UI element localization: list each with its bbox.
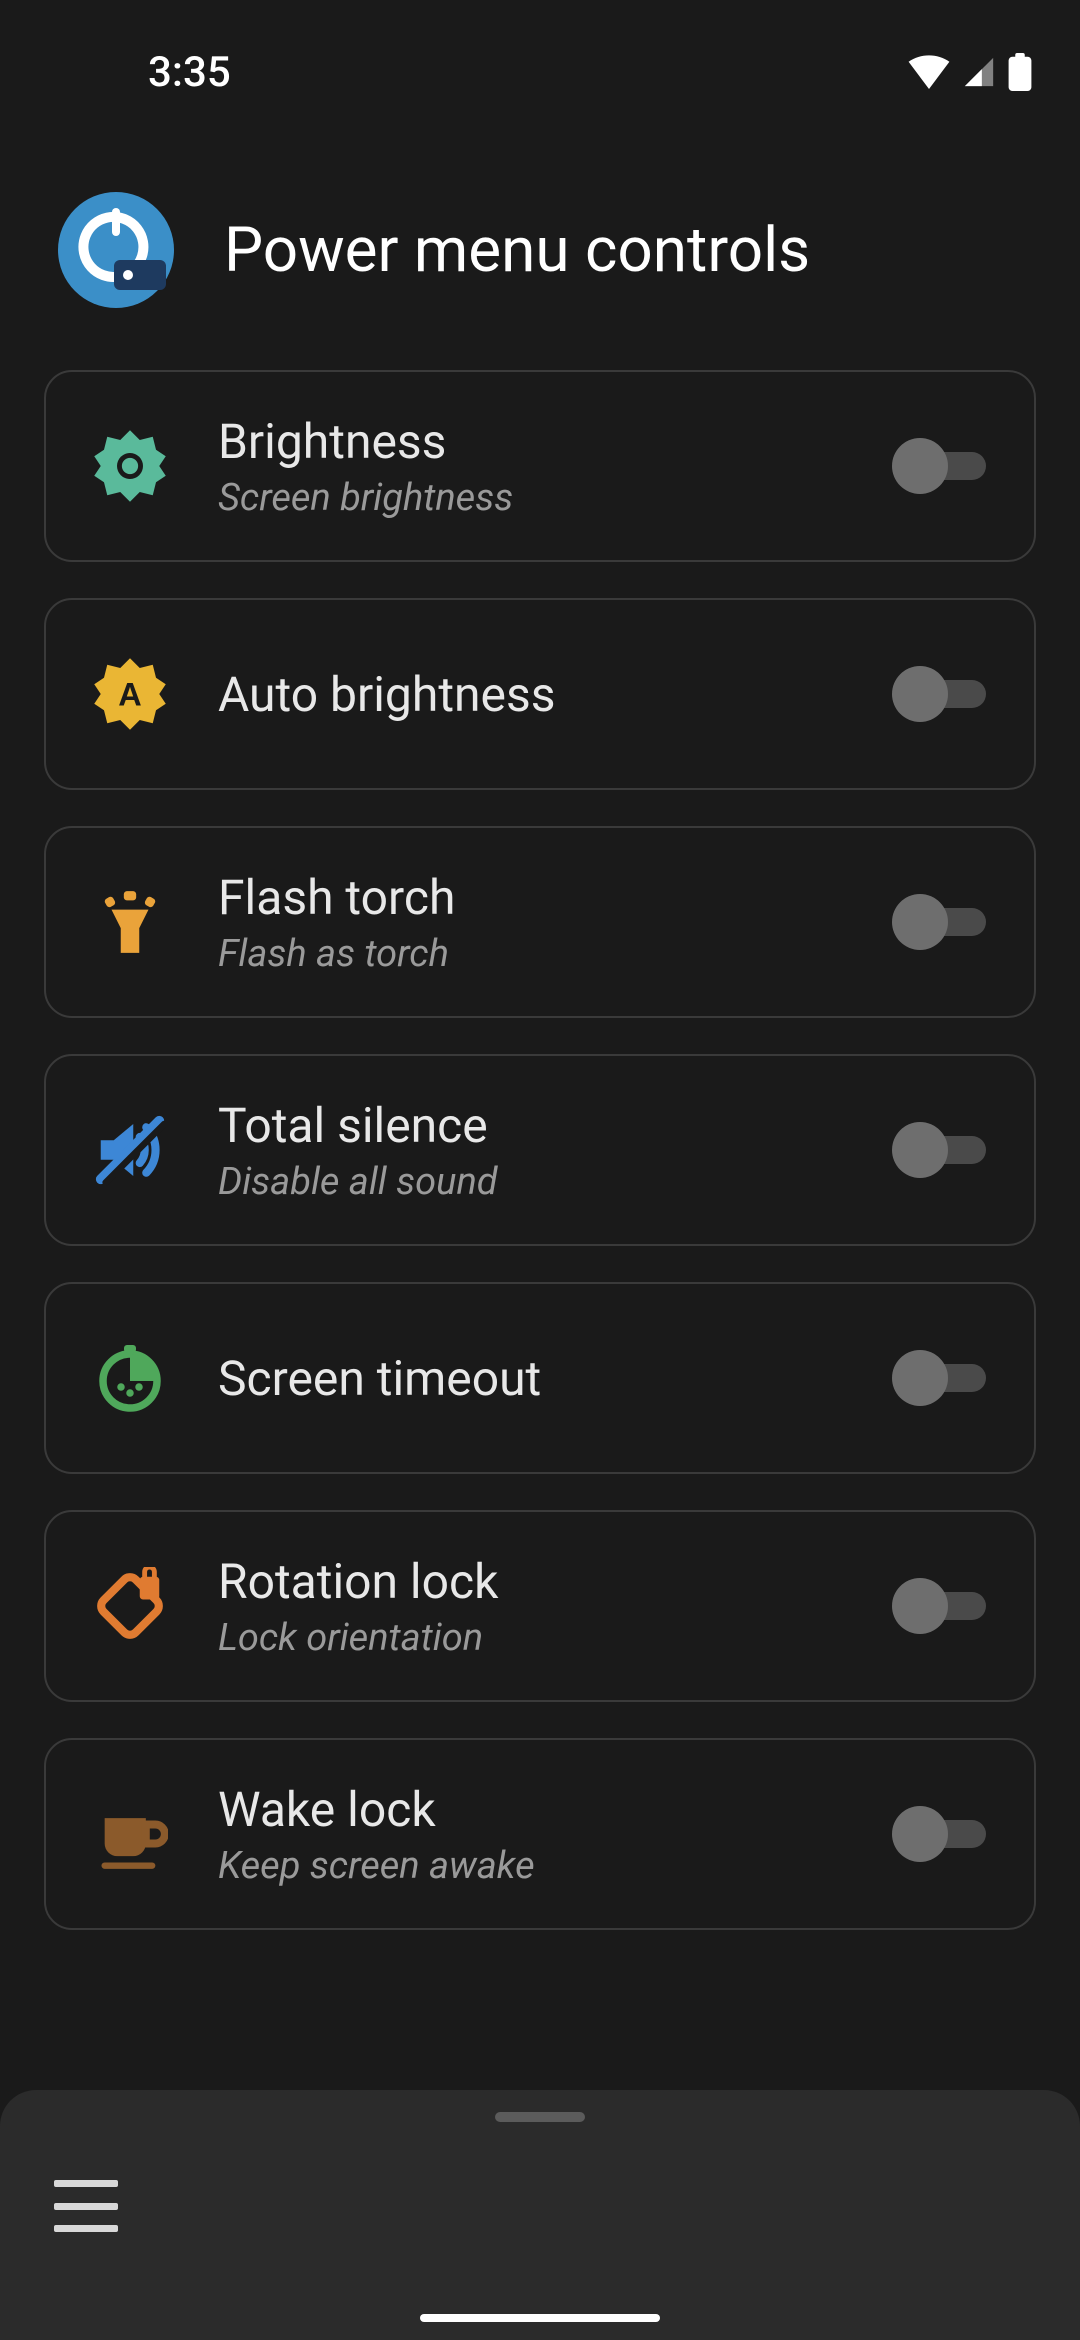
nav-gesture-bar[interactable] bbox=[420, 2314, 660, 2322]
hamburger-icon bbox=[54, 2180, 118, 2187]
row-title: Wake lock bbox=[218, 1781, 852, 1838]
row-text: Screen timeout bbox=[218, 1350, 852, 1407]
status-icons bbox=[908, 53, 1032, 91]
auto-brightness-icon: A bbox=[82, 646, 178, 742]
wifi-icon bbox=[908, 55, 950, 89]
row-text: Wake lock Keep screen awake bbox=[218, 1781, 852, 1888]
row-title: Auto brightness bbox=[218, 666, 852, 723]
row-screen-timeout[interactable]: Screen timeout bbox=[44, 1282, 1036, 1474]
row-text: Auto brightness bbox=[218, 666, 852, 723]
toggle-brightness[interactable] bbox=[892, 438, 998, 494]
toggle-flash-torch[interactable] bbox=[892, 894, 998, 950]
row-wake-lock[interactable]: Wake lock Keep screen awake bbox=[44, 1738, 1036, 1930]
bottom-sheet bbox=[0, 2090, 1080, 2340]
toggle-rotation-lock[interactable] bbox=[892, 1578, 998, 1634]
row-rotation-lock[interactable]: Rotation lock Lock orientation bbox=[44, 1510, 1036, 1702]
row-title: Flash torch bbox=[218, 869, 852, 926]
cell-signal-icon bbox=[960, 55, 998, 89]
timer-icon bbox=[82, 1330, 178, 1426]
row-brightness[interactable]: Brightness Screen brightness bbox=[44, 370, 1036, 562]
menu-button[interactable] bbox=[54, 2180, 118, 2232]
toggle-screen-timeout[interactable] bbox=[892, 1350, 998, 1406]
row-subtitle: Flash as torch bbox=[218, 932, 852, 976]
battery-icon bbox=[1008, 53, 1032, 91]
coffee-icon bbox=[82, 1786, 178, 1882]
drag-handle[interactable] bbox=[495, 2112, 585, 2122]
controls-list: Brightness Screen brightness A Auto brig… bbox=[0, 370, 1080, 1930]
row-title: Screen timeout bbox=[218, 1350, 852, 1407]
brightness-icon bbox=[82, 418, 178, 514]
toggle-auto-brightness[interactable] bbox=[892, 666, 998, 722]
row-total-silence[interactable]: Total silence Disable all sound bbox=[44, 1054, 1036, 1246]
mute-icon bbox=[82, 1102, 178, 1198]
app-icon bbox=[56, 190, 176, 310]
status-time: 3:35 bbox=[148, 48, 231, 97]
row-subtitle: Disable all sound bbox=[218, 1160, 852, 1204]
row-subtitle: Lock orientation bbox=[218, 1616, 852, 1660]
page-header: Power menu controls bbox=[0, 120, 1080, 370]
row-title: Rotation lock bbox=[218, 1553, 852, 1610]
page-title: Power menu controls bbox=[224, 214, 810, 287]
row-text: Brightness Screen brightness bbox=[218, 413, 852, 520]
row-title: Total silence bbox=[218, 1097, 852, 1154]
toggle-wake-lock[interactable] bbox=[892, 1806, 998, 1862]
row-flash-torch[interactable]: Flash torch Flash as torch bbox=[44, 826, 1036, 1018]
row-text: Rotation lock Lock orientation bbox=[218, 1553, 852, 1660]
rotation-lock-icon bbox=[82, 1558, 178, 1654]
row-subtitle: Keep screen awake bbox=[218, 1844, 852, 1888]
svg-text:A: A bbox=[118, 676, 141, 712]
row-text: Flash torch Flash as torch bbox=[218, 869, 852, 976]
toggle-total-silence[interactable] bbox=[892, 1122, 998, 1178]
row-auto-brightness[interactable]: A Auto brightness bbox=[44, 598, 1036, 790]
row-text: Total silence Disable all sound bbox=[218, 1097, 852, 1204]
status-bar: 3:35 bbox=[0, 0, 1080, 120]
row-title: Brightness bbox=[218, 413, 852, 470]
flash-torch-icon bbox=[82, 874, 178, 970]
row-subtitle: Screen brightness bbox=[218, 476, 852, 520]
